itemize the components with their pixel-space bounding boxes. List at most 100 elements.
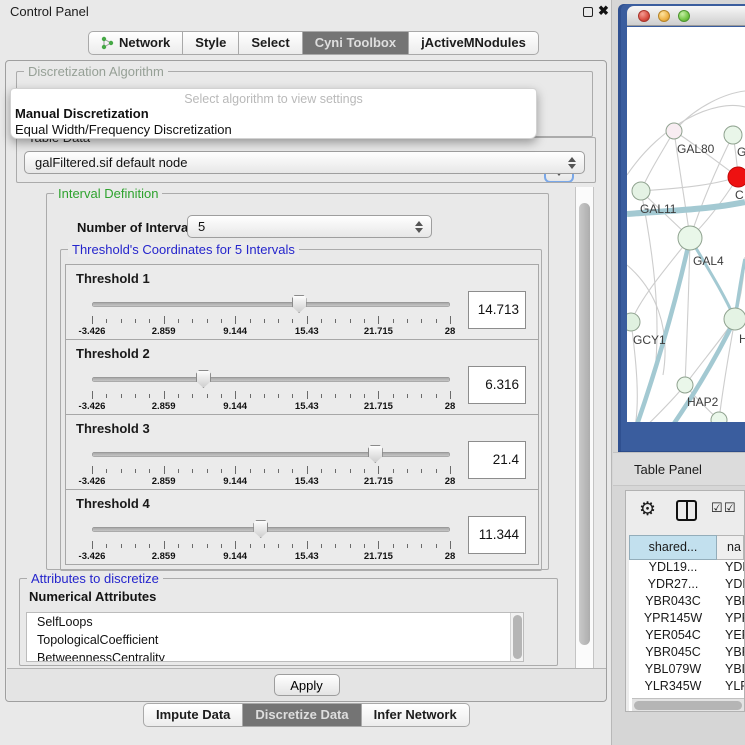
table-header-row: shared... na [629, 535, 744, 560]
network-canvas[interactable]: GAL80GACGAL11GAL4GCY1HHAP2 [627, 27, 745, 422]
close-icon[interactable]: ✖ [598, 3, 609, 19]
slider-tick-labels: -3.4262.8599.14415.4321.71528 [92, 326, 450, 337]
table-cell[interactable]: YBR045C [629, 645, 717, 662]
table-cell[interactable]: YBL079W [629, 662, 717, 679]
tab-cyni-toolbox[interactable]: Cyni Toolbox [303, 31, 409, 55]
tick-mark [407, 394, 408, 398]
gear-icon[interactable]: ⚙ [639, 498, 656, 521]
table-cell[interactable]: YLR3 [717, 679, 744, 696]
tab-network[interactable]: Network [88, 31, 183, 55]
table-row[interactable]: YPR145WYPR1 [629, 611, 744, 628]
network-node-gal80[interactable] [666, 123, 682, 139]
tab-impute-data[interactable]: Impute Data [143, 703, 243, 727]
table-cell[interactable]: YDR27... [629, 577, 717, 594]
checkbox-icon[interactable]: ☑ [724, 500, 736, 516]
table-cell[interactable]: YBL0 [717, 662, 744, 679]
tick-label: 28 [445, 401, 456, 412]
table-cell[interactable]: YLR345W [629, 679, 717, 696]
network-node[interactable] [711, 412, 727, 422]
column-header-name[interactable]: na [717, 535, 744, 560]
threshold-1-slider[interactable]: -3.4262.8599.14415.4321.71528 [92, 295, 450, 335]
columns-icon[interactable] [676, 500, 697, 521]
table-row[interactable]: YBL079WYBL0 [629, 662, 744, 679]
tab-infer-network[interactable]: Infer Network [362, 703, 470, 727]
table-cell[interactable]: YDR2 [717, 577, 744, 594]
threshold-2-slider[interactable]: -3.4262.8599.14415.4321.71528 [92, 370, 450, 410]
network-node-gcy1[interactable] [627, 313, 640, 331]
network-node-h[interactable] [724, 308, 745, 330]
dropdown-option-manual-discretization[interactable]: Manual Discretization [15, 106, 149, 121]
threshold-4-slider[interactable]: -3.4262.8599.14415.4321.71528 [92, 520, 450, 560]
top-tabbar: Network Style Select Cyni Toolbox jActiv… [88, 31, 539, 55]
table-hscrollbar-thumb[interactable] [634, 701, 742, 710]
tick-label: 15.43 [295, 476, 319, 487]
network-node-gal4[interactable] [678, 226, 702, 250]
tick-mark [407, 319, 408, 323]
network-window-titlebar[interactable] [627, 6, 745, 26]
network-node-hap2[interactable] [677, 377, 693, 393]
network-node-c[interactable] [728, 167, 745, 187]
table-cell[interactable]: YDL19... [629, 560, 717, 577]
close-traffic-light-icon[interactable] [638, 10, 650, 22]
slider-thumb[interactable] [368, 445, 383, 463]
table-cell[interactable]: YER0 [717, 628, 744, 645]
tab-discretize-data[interactable]: Discretize Data [243, 703, 361, 727]
tab-jactivemnodules[interactable]: jActiveMNodules [409, 31, 539, 55]
table-cell[interactable]: YER054C [629, 628, 717, 645]
network-node-ga[interactable] [724, 126, 742, 144]
tick-mark [364, 544, 365, 548]
column-header-shared-name[interactable]: shared... [629, 535, 717, 560]
tick-mark [321, 394, 322, 398]
tick-label: -3.426 [79, 476, 106, 487]
list-item[interactable]: SelfLoops [27, 613, 523, 631]
threshold-3-value-field[interactable]: 21.4 [468, 441, 526, 479]
table-cell[interactable]: YDL1 [717, 560, 744, 577]
table-row[interactable]: YBR045CYBR0 [629, 645, 744, 662]
tab-style[interactable]: Style [183, 31, 239, 55]
float-window-icon[interactable] [583, 7, 593, 17]
table-row[interactable]: YER054CYER0 [629, 628, 744, 645]
dropdown-option-equal-width-frequency[interactable]: Equal Width/Frequency Discretization [15, 122, 232, 137]
table-row[interactable]: YBR043CYBR0 [629, 594, 744, 611]
checkbox-icon[interactable]: ☑ [711, 500, 723, 516]
table-cell[interactable]: YBR0 [717, 645, 744, 662]
tick-label: 28 [445, 551, 456, 562]
tab-select[interactable]: Select [239, 31, 302, 55]
number-of-intervals-combobox[interactable]: 5 [187, 215, 432, 238]
table-rows: YDL19...YDL1YDR27...YDR2YBR043CYBR0YPR14… [629, 560, 744, 712]
numerical-attributes-list[interactable]: SelfLoopsTopologicalCoefficientBetweenne… [26, 612, 524, 662]
table-data-combobox[interactable]: galFiltered.sif default node [24, 151, 585, 174]
network-icon [101, 36, 114, 50]
list-scrollbar-thumb[interactable] [513, 615, 522, 659]
table-row[interactable]: YDL19...YDL1 [629, 560, 744, 577]
apply-button[interactable]: Apply [274, 674, 340, 696]
threshold-2-value-field[interactable]: 6.316 [468, 366, 526, 404]
table-hscrollbar[interactable] [632, 698, 744, 711]
threshold-4-value-field[interactable]: 11.344 [468, 516, 526, 554]
table-cell[interactable]: YBR043C [629, 594, 717, 611]
threshold-3-slider[interactable]: -3.4262.8599.14415.4321.71528 [92, 445, 450, 485]
slider-thumb[interactable] [196, 370, 211, 388]
tick-mark [149, 469, 150, 473]
list-item[interactable]: BetweennessCentrality [27, 649, 523, 662]
tick-mark [421, 544, 422, 548]
slider-thumb[interactable] [253, 520, 268, 538]
slider-track [92, 452, 450, 457]
list-scrollbar[interactable] [510, 613, 523, 662]
threshold-1-value-field[interactable]: 14.713 [468, 291, 526, 329]
table-row[interactable]: YLR345WYLR3 [629, 679, 744, 696]
table-cell[interactable]: YPR145W [629, 611, 717, 628]
thresholds-group: Threshold's Coordinates for 5 Intervals … [60, 249, 542, 571]
tick-mark [121, 544, 122, 548]
panel-scrollbar-thumb[interactable] [579, 203, 590, 645]
network-node-gal11[interactable] [632, 182, 650, 200]
table-cell[interactable]: YPR1 [717, 611, 744, 628]
list-item[interactable]: TopologicalCoefficient [27, 631, 523, 649]
slider-thumb[interactable] [292, 295, 307, 313]
tick-mark [250, 319, 251, 323]
minimize-traffic-light-icon[interactable] [658, 10, 670, 22]
zoom-traffic-light-icon[interactable] [678, 10, 690, 22]
table-row[interactable]: YDR27...YDR2 [629, 577, 744, 594]
table-cell[interactable]: YBR0 [717, 594, 744, 611]
panel-scrollbar[interactable] [575, 187, 594, 668]
